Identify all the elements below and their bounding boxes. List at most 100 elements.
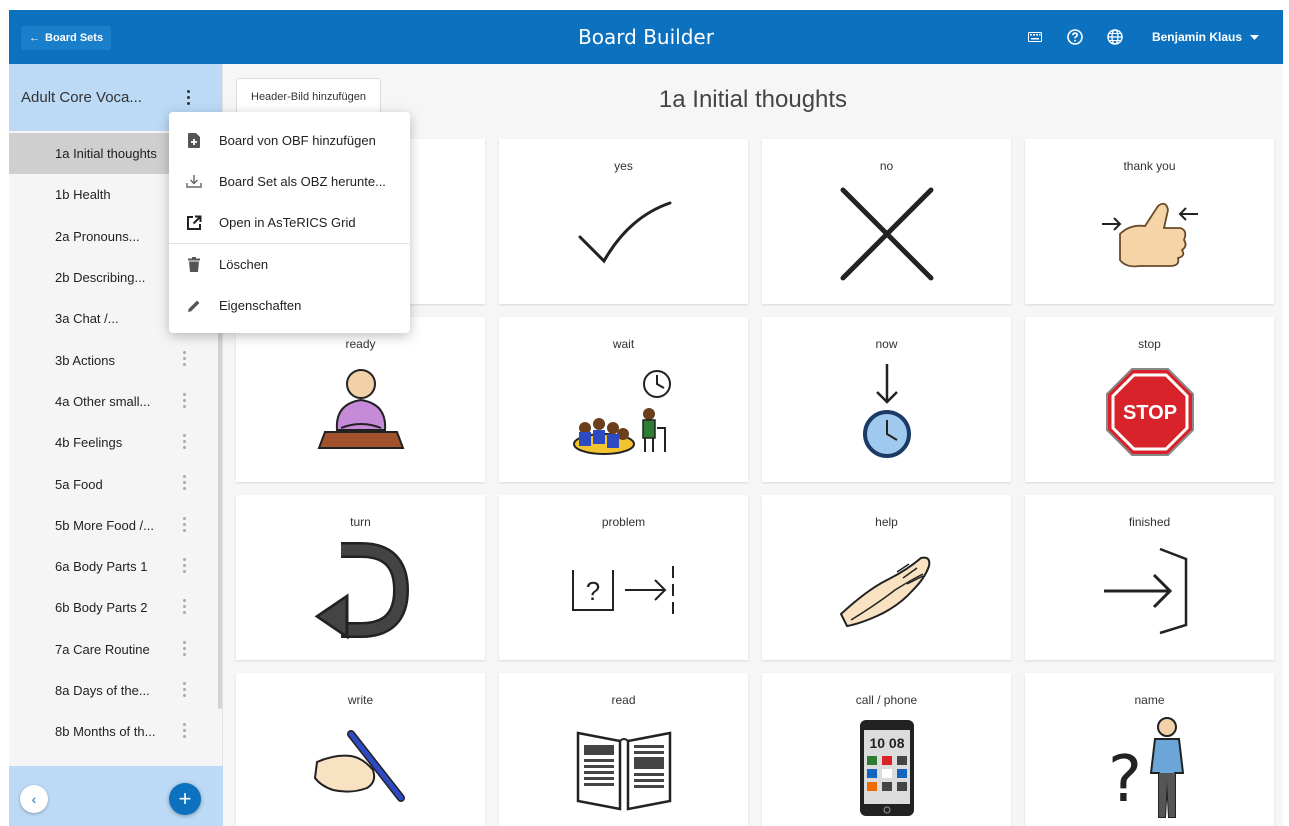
stop-sign-icon: STOP xyxy=(1090,357,1210,467)
tile-label: call / phone xyxy=(855,693,918,707)
board-list-item-label: 8b Months of th... xyxy=(55,724,156,740)
board-list-item-label: 2a Pronouns... xyxy=(55,228,140,244)
board-tile[interactable]: yes xyxy=(499,139,748,304)
clock-arrow-icon xyxy=(827,357,947,467)
problem-question-mark: ? xyxy=(585,576,599,606)
trash-icon xyxy=(185,256,203,274)
tile-label: thank you xyxy=(1123,159,1176,173)
board-list-item-label: 4b Feelings xyxy=(55,435,123,451)
wait-group-icon xyxy=(564,357,684,467)
download-icon xyxy=(185,173,203,191)
board-tile[interactable]: help xyxy=(762,495,1011,660)
menu-item[interactable]: Open in AsTeRICS Grid xyxy=(169,202,410,243)
board-list-item[interactable]: 8b Months of th... xyxy=(9,711,223,752)
board-list-item-label: 3b Actions xyxy=(55,352,115,368)
board-list-item-label: 6a Body Parts 1 xyxy=(55,559,148,575)
menu-item-label: Eigenschaften xyxy=(219,298,302,313)
board-options-icon[interactable] xyxy=(183,475,186,491)
board-tile[interactable]: thank you xyxy=(1025,139,1274,304)
menu-item-label: Board von OBF hinzufügen xyxy=(219,133,376,148)
board-list-item-label: 6b Body Parts 2 xyxy=(55,600,148,616)
collapse-sidebar-button[interactable]: ‹ xyxy=(20,785,48,813)
user-name: Benjamin Klaus xyxy=(1151,30,1242,44)
board-options-icon[interactable] xyxy=(183,723,186,739)
menu-item-label: Löschen xyxy=(219,257,269,272)
board-tile[interactable]: write xyxy=(236,673,485,826)
board-list-item[interactable]: 3b Actions xyxy=(9,339,223,380)
board-options-icon[interactable] xyxy=(183,392,186,408)
menu-item[interactable]: Löschen xyxy=(169,244,410,285)
phone-icon: 10 08 xyxy=(827,713,947,823)
board-tile[interactable]: wait xyxy=(499,317,748,482)
board-list-item[interactable]: 7a Care Routine xyxy=(9,629,223,670)
board-tile[interactable]: read xyxy=(499,673,748,826)
cross-icon xyxy=(827,179,947,289)
tile-label: wait xyxy=(612,337,635,351)
board-list-item-label: 2b Describing... xyxy=(55,270,146,286)
board-options-icon[interactable] xyxy=(183,351,186,367)
person-question-icon: ? xyxy=(1090,713,1210,823)
sidebar-footer: ‹ + xyxy=(9,766,223,826)
menu-item[interactable]: Eigenschaften xyxy=(169,285,410,326)
open-book-icon xyxy=(564,713,684,823)
top-bar: ← Board Sets Board Builder Benjamin Klau… xyxy=(9,10,1283,64)
caret-down-icon xyxy=(1250,30,1259,44)
board-list-item[interactable]: 5b More Food /... xyxy=(9,505,223,546)
board-tile[interactable]: name? xyxy=(1025,673,1274,826)
turn-arrow-icon xyxy=(301,535,421,645)
board-tile[interactable]: call / phone 10 08 xyxy=(762,673,1011,826)
tile-label: help xyxy=(875,515,898,529)
thumbs-up-icon xyxy=(1090,179,1210,289)
tile-label: now xyxy=(875,337,898,351)
board-list-item-label: 1b Health xyxy=(55,187,111,203)
tile-label: finished xyxy=(1128,515,1171,529)
board-list-item-label: 4a Other small... xyxy=(55,393,151,409)
hand-writing-icon xyxy=(301,713,421,823)
tile-label: write xyxy=(347,693,374,707)
board-tile[interactable]: turn xyxy=(236,495,485,660)
board-list-item[interactable]: 5a Food xyxy=(9,463,223,504)
open-external-icon xyxy=(185,214,203,232)
board-list-item[interactable]: 6b Body Parts 2 xyxy=(9,587,223,628)
user-menu-button[interactable]: Benjamin Klaus xyxy=(1142,24,1269,50)
board-list-item[interactable]: 8a Days of the... xyxy=(9,670,223,711)
tile-label: ready xyxy=(345,337,376,351)
board-list-item[interactable]: 4a Other small... xyxy=(9,381,223,422)
help-icon[interactable] xyxy=(1062,24,1088,50)
board-tile[interactable]: now xyxy=(762,317,1011,482)
board-options-icon[interactable] xyxy=(183,434,186,450)
board-options-icon[interactable] xyxy=(183,599,186,615)
board-set-name: Adult Core Voca... xyxy=(21,89,142,106)
board-list-item-label: 5b More Food /... xyxy=(55,517,154,533)
board-options-icon[interactable] xyxy=(183,516,186,532)
board-tile[interactable]: problem? xyxy=(499,495,748,660)
board-tile[interactable]: stop STOP xyxy=(1025,317,1274,482)
tile-label: turn xyxy=(350,515,371,529)
board-title: 1a Initial thoughts xyxy=(658,86,848,113)
name-question-mark: ? xyxy=(1108,743,1142,817)
board-list-item-label: 5a Food xyxy=(55,476,103,492)
helping-hands-icon xyxy=(827,535,947,645)
board-list-item[interactable]: 6a Body Parts 1 xyxy=(9,546,223,587)
board-options-icon[interactable] xyxy=(183,557,186,573)
board-list-item-label: 3a Chat /... xyxy=(55,311,119,327)
tile-label: stop xyxy=(1138,337,1161,351)
tile-label: no xyxy=(879,159,894,173)
board-options-icon[interactable] xyxy=(183,640,186,656)
keyboard-icon[interactable] xyxy=(1022,24,1048,50)
globe-icon[interactable] xyxy=(1102,24,1128,50)
stop-sign-text: STOP xyxy=(1122,402,1176,424)
board-tile[interactable]: ready xyxy=(236,317,485,482)
board-set-menu-button[interactable] xyxy=(181,86,195,108)
add-board-button[interactable]: + xyxy=(169,783,201,815)
board-tile[interactable]: no xyxy=(762,139,1011,304)
tile-label: yes xyxy=(614,159,633,173)
menu-item[interactable]: Board von OBF hinzufügen xyxy=(169,120,410,161)
board-list-item-label: 7a Care Routine xyxy=(55,641,150,657)
board-options-icon[interactable] xyxy=(183,681,186,697)
menu-item[interactable]: Board Set als OBZ herunte... xyxy=(169,161,410,202)
board-list-item[interactable]: 4b Feelings xyxy=(9,422,223,463)
tile-label: problem xyxy=(601,515,646,529)
board-tile[interactable]: finished xyxy=(1025,495,1274,660)
menu-item-label: Open in AsTeRICS Grid xyxy=(219,215,356,230)
